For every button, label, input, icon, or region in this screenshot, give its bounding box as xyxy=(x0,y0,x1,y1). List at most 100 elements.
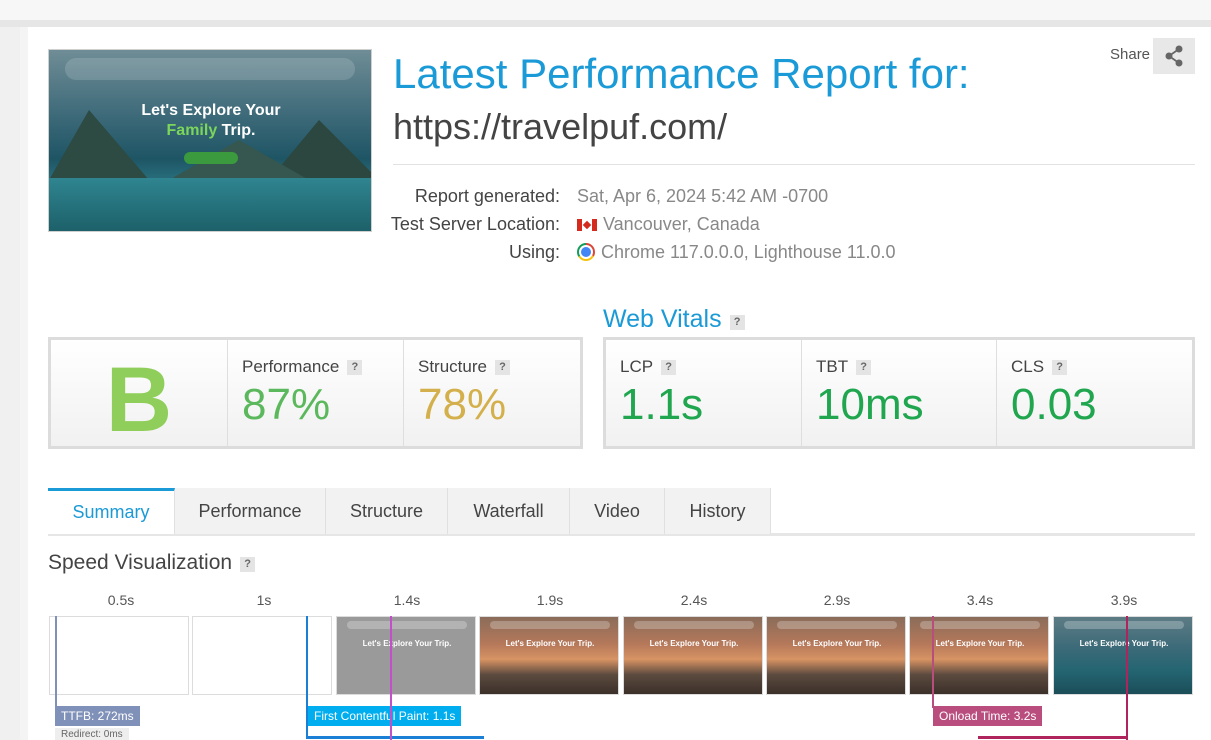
frame-headline: Let's Explore Your Trip. xyxy=(362,639,452,648)
redirect-marker-label: Redirect: 0ms xyxy=(55,728,129,740)
meta-value-wrap: Chrome 117.0.0.0, Lighthouse 11.0.0 xyxy=(577,242,896,263)
lcp-cell: LCP? 1.1s xyxy=(606,340,802,446)
timeline-tick: 1s xyxy=(256,592,272,608)
meta-label: Test Server Location: xyxy=(390,214,560,234)
grade-cell: B xyxy=(51,340,228,451)
share-icon xyxy=(1165,45,1183,67)
cls-label-wrap: CLS? xyxy=(1011,357,1068,377)
browser-top-strip xyxy=(0,0,1211,20)
lcp-marker-line xyxy=(390,616,392,740)
filmstrip-frame-blank[interactable] xyxy=(49,616,189,695)
tbt-label-wrap: TBT? xyxy=(816,357,872,377)
thumbnail-headline-highlight: Family xyxy=(166,122,218,139)
ttfb-marker-line xyxy=(55,616,57,708)
fcp-marker-bar xyxy=(306,736,484,739)
tab-waterfall[interactable]: Waterfall xyxy=(448,488,570,534)
report-url: https://travelpuf.com/ xyxy=(393,106,728,147)
fcp-marker-label: First Contentful Paint: 1.1s xyxy=(308,706,462,726)
tab-structure[interactable]: Structure xyxy=(326,488,448,534)
thumbnail-headline-2: Family Trip. xyxy=(49,122,371,140)
timeline-tick: 3.4s xyxy=(966,592,994,608)
help-icon[interactable]: ? xyxy=(494,360,510,375)
lcp-value: 1.1s xyxy=(620,380,704,429)
structure-score-label-wrap: Structure? xyxy=(418,357,510,377)
speed-visualization-title: Speed Visualization? xyxy=(48,551,256,575)
web-vitals-label: Web Vitals xyxy=(603,305,722,333)
web-vitals-title: Web Vitals? xyxy=(603,305,745,334)
lcp-label: LCP xyxy=(620,357,654,376)
tbt-cell: TBT? 10ms xyxy=(802,340,997,446)
help-icon[interactable]: ? xyxy=(347,360,363,375)
onload-marker-label: Onload Time: 3.2s xyxy=(933,706,1043,726)
filmstrip-frame[interactable]: Let's Explore Your Trip. xyxy=(1053,616,1193,695)
performance-score-cell: Performance? 87% xyxy=(228,340,404,446)
help-icon[interactable]: ? xyxy=(729,315,745,330)
thumbnail-cta xyxy=(184,152,238,164)
frame-navbar xyxy=(920,621,1040,629)
timeline-tick: 2.4s xyxy=(680,592,708,608)
help-icon[interactable]: ? xyxy=(1052,360,1068,375)
help-icon[interactable]: ? xyxy=(240,557,256,572)
thumbnail-island xyxy=(49,110,149,180)
fully-loaded-marker-bar xyxy=(978,736,1128,739)
frame-navbar xyxy=(490,621,610,629)
filmstrip-frame[interactable]: Let's Explore Your Trip. xyxy=(909,616,1049,695)
filmstrip-frame[interactable]: Let's Explore Your Trip. xyxy=(623,616,763,695)
meta-report-generated: Report generated: Sat, Apr 6, 2024 5:42 … xyxy=(393,186,1193,212)
speed-visualization-label: Speed Visualization xyxy=(48,551,233,574)
web-vitals-box: LCP? 1.1s TBT? 10ms CLS? 0.03 xyxy=(603,337,1195,449)
thumbnail-sea xyxy=(49,178,371,231)
meta-server-location: Test Server Location: Vancouver, Canada xyxy=(390,214,1193,240)
thumbnail-headline-rest: Trip. xyxy=(217,122,256,139)
thumbnail-navbar xyxy=(65,58,355,80)
frame-navbar xyxy=(1064,621,1184,629)
tbt-label: TBT xyxy=(816,357,849,376)
structure-score-label: Structure xyxy=(418,357,487,376)
frame-headline: Let's Explore Your Trip. xyxy=(505,639,595,648)
frame-navbar xyxy=(347,621,467,629)
tab-performance[interactable]: Performance xyxy=(175,488,326,534)
grades-box: B Performance? 87% Structure? 78% xyxy=(48,337,583,451)
tab-history[interactable]: History xyxy=(665,488,771,534)
grade-letter: B xyxy=(105,349,173,451)
tab-summary[interactable]: Summary xyxy=(48,488,175,534)
filmstrip-frame-blank[interactable] xyxy=(192,616,332,695)
help-icon[interactable]: ? xyxy=(661,360,677,375)
tbt-value: 10ms xyxy=(816,380,924,429)
frame-headline: Let's Explore Your Trip. xyxy=(935,639,1025,648)
page-title: Latest Performance Report for: xyxy=(393,50,970,97)
top-divider xyxy=(0,20,1211,27)
timeline-tick: 1.4s xyxy=(393,592,421,608)
ttfb-marker-label: TTFB: 272ms xyxy=(55,706,140,726)
structure-score-value: 78% xyxy=(418,380,507,429)
meta-value: Chrome 117.0.0.0, Lighthouse 11.0.0 xyxy=(601,242,896,262)
filmstrip-frame[interactable]: Let's Explore Your Trip. xyxy=(479,616,619,695)
lcp-label-wrap: LCP? xyxy=(620,357,677,377)
cls-value: 0.03 xyxy=(1011,380,1097,429)
meta-using: Using: Chrome 117.0.0.0, Lighthouse 11.0… xyxy=(393,242,1193,268)
share-button[interactable] xyxy=(1153,38,1195,74)
timeline-tick: 1.9s xyxy=(536,592,564,608)
help-icon[interactable]: ? xyxy=(856,360,872,375)
meta-value: Vancouver, Canada xyxy=(603,214,760,234)
filmstrip-frame[interactable]: Let's Explore Your Trip. xyxy=(336,616,476,695)
site-screenshot-thumbnail[interactable]: Let's Explore Your Family Trip. xyxy=(48,49,372,232)
meta-value: Sat, Apr 6, 2024 5:42 AM -0700 xyxy=(577,186,829,206)
left-gutter xyxy=(0,27,20,740)
chrome-icon xyxy=(577,243,595,261)
frame-headline: Let's Explore Your Trip. xyxy=(649,639,739,648)
cls-label: CLS xyxy=(1011,357,1045,376)
meta-label: Report generated: xyxy=(414,186,560,206)
title-divider xyxy=(393,164,1195,165)
fully-loaded-marker-line xyxy=(1126,616,1128,740)
canada-flag-icon xyxy=(577,219,597,231)
share-label: Share xyxy=(1110,46,1151,63)
timeline-tick: 3.9s xyxy=(1110,592,1138,608)
cls-cell: CLS? 0.03 xyxy=(997,340,1192,446)
thumbnail-headline: Let's Explore Your xyxy=(141,102,281,119)
filmstrip-frame[interactable]: Let's Explore Your Trip. xyxy=(766,616,906,695)
structure-score-cell: Structure? 78% xyxy=(404,340,580,446)
tab-video[interactable]: Video xyxy=(570,488,665,534)
frame-navbar xyxy=(634,621,754,629)
onload-marker-line xyxy=(932,616,934,708)
